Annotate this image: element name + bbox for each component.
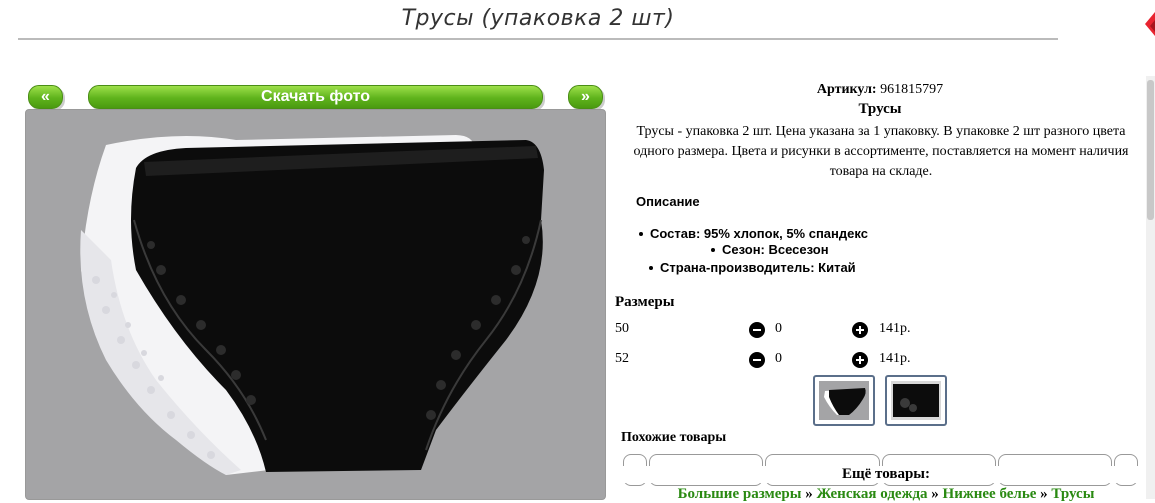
download-photo-button[interactable]: Скачать фото: [88, 85, 543, 109]
size-price: 141р.: [879, 321, 911, 336]
more-products-heading: Ещё товары:: [612, 466, 1155, 483]
decrease-qty-icon[interactable]: [749, 322, 765, 338]
category-breadcrumb: Большие размеры » Женская одежда » Нижне…: [612, 486, 1155, 503]
page-title: Трусы (упаковка 2 шт): [401, 6, 675, 31]
red-arrow-icon[interactable]: [1141, 10, 1155, 44]
decrease-qty-icon[interactable]: [749, 352, 765, 368]
next-photo-button[interactable]: »: [568, 85, 603, 109]
product-image: [80, 135, 544, 475]
article-value: 961815797: [880, 82, 944, 97]
size-label: 50: [615, 321, 629, 336]
size-row: 52 0 141р.: [615, 351, 935, 371]
quantity-value: 0: [775, 351, 782, 366]
article-label: Артикул:: [816, 82, 877, 97]
property-item: Страна-производитель: Китай: [649, 259, 856, 277]
title-divider: [18, 38, 1058, 40]
crumb-link[interactable]: Трусы: [1051, 486, 1094, 502]
crumb-separator: »: [805, 486, 813, 502]
product-description: Трусы - упаковка 2 шт. Цена указана за 1…: [633, 124, 1129, 179]
crumb-link[interactable]: Большие размеры: [678, 486, 802, 502]
property-item: Сезон: Всесезон: [711, 241, 829, 259]
similar-heading: Похожие товары: [621, 430, 727, 445]
crumb-link[interactable]: Женская одежда: [816, 486, 927, 502]
increase-qty-icon[interactable]: [852, 352, 868, 368]
size-label: 52: [615, 351, 629, 366]
scrollbar-thumb[interactable]: [1147, 80, 1154, 220]
photo-thumbnail[interactable]: [885, 375, 947, 426]
article-line: Артикул: 961815797: [612, 82, 1148, 98]
product-name: Трусы: [858, 101, 902, 117]
size-row: 50 0 141р.: [615, 321, 935, 341]
size-price: 141р.: [879, 351, 911, 366]
crumb-separator: »: [931, 486, 939, 502]
sizes-heading: Размеры: [615, 294, 675, 310]
quantity-value: 0: [775, 321, 782, 336]
photo-thumbnail[interactable]: [813, 375, 875, 426]
description-heading: Описание: [636, 194, 700, 209]
crumb-link[interactable]: Нижнее белье: [943, 486, 1037, 502]
crumb-separator: »: [1040, 486, 1048, 502]
product-photo[interactable]: [25, 109, 606, 500]
increase-qty-icon[interactable]: [852, 322, 868, 338]
prev-photo-button[interactable]: «: [28, 85, 63, 109]
